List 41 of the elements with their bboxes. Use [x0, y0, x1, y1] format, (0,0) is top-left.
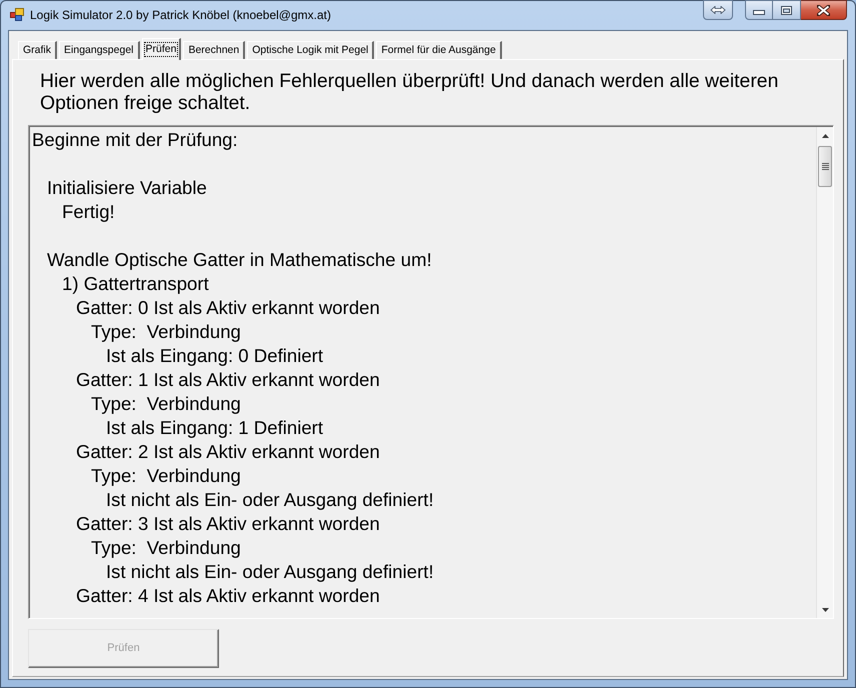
double-arrow-icon [710, 6, 726, 14]
log-line: 1) Gattertransport [62, 272, 209, 296]
tab[interactable]: Optische Logik mit Pegel [247, 41, 374, 59]
tab[interactable]: Formel für die Ausgänge [376, 41, 502, 59]
window-title: Logik Simulator 2.0 by Patrick Knöbel (knoebel@gmx.at) [30, 7, 331, 23]
log-line: Ist nicht als Ein- oder Ausgang definiert! [106, 560, 434, 584]
tab[interactable]: Berechnen [183, 41, 246, 59]
minimize-icon [753, 10, 765, 15]
grip-icon [822, 163, 828, 170]
log-line: Type: Verbindung [91, 536, 241, 560]
log-text-area[interactable] [28, 125, 834, 619]
log-line: Gatter: 4 Ist als Aktiv erkannt worden [76, 584, 380, 608]
log-line: Initialisiere Variable [47, 176, 207, 200]
log-line: Gatter: 0 Ist als Aktiv erkannt worden [76, 296, 380, 320]
close-icon [817, 4, 830, 16]
log-line: Gatter: 3 Ist als Aktiv erkannt worden [76, 512, 380, 536]
log-line: Beginne mit der Prüfung: [32, 128, 238, 152]
arrows-button[interactable] [703, 0, 733, 20]
log-line: Gatter: 2 Ist als Aktiv erkannt worden [76, 440, 380, 464]
down-arrow-icon [822, 608, 828, 612]
scrollbar-thumb[interactable] [818, 146, 832, 187]
log-line: Type: Verbindung [91, 464, 241, 488]
tab[interactable]: Eingangspegel [59, 41, 140, 59]
log-line: Type: Verbindung [91, 392, 241, 416]
log-line: Ist als Eingang: 0 Definiert [106, 344, 324, 368]
app-icon [10, 8, 24, 21]
log-line: Type: Verbindung [91, 320, 241, 344]
log-line: Fertig! [62, 200, 115, 224]
maximize-icon [781, 6, 792, 14]
log-line: Wandle Optische Gatter in Mathematische um! [47, 248, 432, 272]
log-line: Gatter: 1 Ist als Aktiv erkannt worden [76, 368, 380, 392]
maximize-button[interactable] [773, 0, 801, 20]
log-line: Ist als Eingang: 1 Definiert [106, 416, 324, 440]
log-line: Ist nicht als Ein- oder Ausgang definiert! [106, 488, 434, 512]
vertical-scrollbar[interactable] [816, 127, 833, 618]
close-button[interactable] [801, 0, 847, 20]
description-text: Hier werden alle möglichen Fehlerquellen überprüft! Und danach werden alle weiteren Optionen freige schaltet. [40, 70, 780, 114]
tab[interactable]: Grafik [18, 41, 58, 59]
up-arrow-icon [822, 134, 828, 138]
tab[interactable]: Prüfen [142, 38, 182, 60]
minimize-button[interactable] [745, 0, 773, 20]
